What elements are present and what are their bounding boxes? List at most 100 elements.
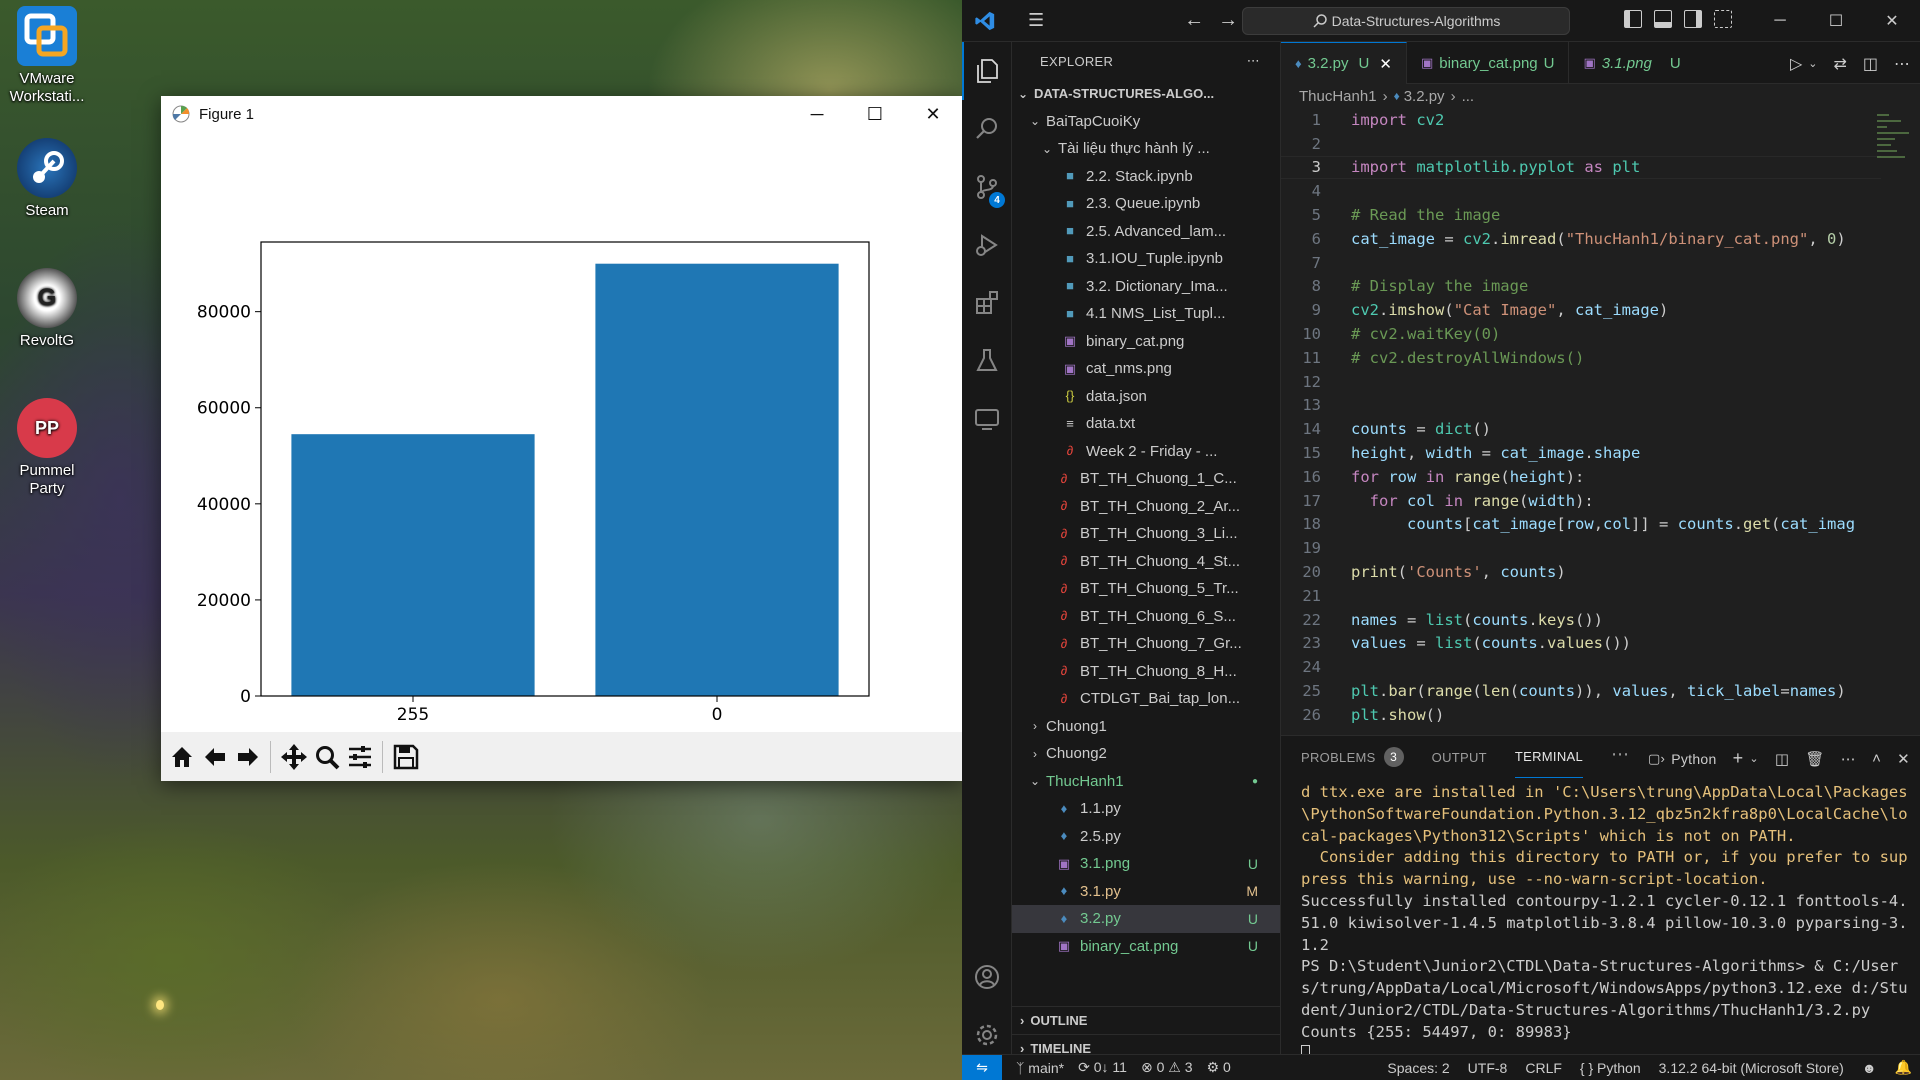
compare-changes-icon[interactable]: ⇄ [1833,54,1846,74]
close-button[interactable]: ✕ [1864,0,1920,42]
code-line[interactable]: 3 import matplotlib.pyplot as plt [1281,155,1881,180]
tree-item[interactable]: ■ 3.1.IOU_Tuple.ipynb [1012,245,1280,273]
trash-icon[interactable]: 🗑 [1805,750,1824,768]
code-line[interactable]: 2 [1281,132,1881,156]
tab-binary-cat-png[interactable]: ▣ binary_cat.png U [1407,42,1570,84]
forward-arrow-icon[interactable]: → [1218,9,1238,32]
remote-indicator-icon[interactable]: ⇋ [962,1054,1002,1080]
problems-status[interactable]: ⊗ 0 ⚠ 3 [1141,1059,1193,1076]
tree-item[interactable]: ∂ Week 2 - Friday - ... [1012,438,1280,466]
code-line[interactable]: 20 print('Counts', counts) [1281,560,1881,584]
code-line[interactable]: 21 [1281,584,1881,608]
tree-item[interactable]: ■ 2.5. Advanced_lam... [1012,218,1280,246]
tree-item[interactable]: ♦ 1.1.py [1012,795,1280,823]
code-line[interactable]: 12 [1281,370,1881,394]
code-line[interactable]: 13 [1281,394,1881,418]
minimap[interactable] [1875,112,1915,172]
tree-item[interactable]: ⌄ BaiTapCuoiKy [1012,108,1280,136]
search-icon[interactable] [962,100,1012,158]
breadcrumb-symbol[interactable]: ... [1462,88,1475,105]
copilot-icon[interactable]: ☻ [1862,1060,1877,1076]
tab-terminal[interactable]: TERMINAL [1514,736,1584,778]
new-terminal-plus-icon[interactable]: + [1733,748,1744,769]
more-actions-icon[interactable]: ⋯ [1247,53,1260,69]
code-line[interactable]: 18 counts[cat_image[row,col]] = counts.g… [1281,513,1881,537]
accounts-icon[interactable] [962,948,1012,1006]
code-line[interactable]: 4 [1281,179,1881,203]
tree-item[interactable]: ∂ BT_TH_Chuong_4_St... [1012,548,1280,576]
tree-item[interactable]: ▣ cat_nms.png [1012,355,1280,383]
code-line[interactable]: 24 [1281,655,1881,679]
more-actions-icon[interactable]: ⋯ [1841,750,1856,768]
tree-item[interactable]: ∂ BT_TH_Chuong_1_C... [1012,465,1280,493]
breadcrumb-file[interactable]: 3.2.py [1404,88,1445,105]
tree-item[interactable]: ▣ binary_cat.png U [1012,933,1280,961]
tree-item[interactable]: ∂ CTDLGT_Bai_tap_lon... [1012,685,1280,713]
desktop-icon-pummel-party[interactable]: PP Pummel Party [0,398,94,498]
code-line[interactable]: 1 import cv2 [1281,108,1881,132]
breadcrumb-folder[interactable]: ThucHanh1 [1299,88,1377,105]
close-panel-icon[interactable]: ✕ [1897,750,1910,768]
close-icon[interactable]: ✕ [1379,55,1392,73]
code-line[interactable]: 23 values = list(counts.values()) [1281,632,1881,656]
maximize-button[interactable]: ☐ [1808,0,1864,42]
tree-item[interactable]: ♦ 3.2.py U [1012,905,1280,933]
tree-item[interactable]: ∂ BT_TH_Chuong_2_Ar... [1012,493,1280,521]
notifications-bell-icon[interactable]: 🔔 [1895,1059,1912,1076]
tree-item[interactable]: ∂ BT_TH_Chuong_5_Tr... [1012,575,1280,603]
code-line[interactable]: 11 # cv2.destroyAllWindows() [1281,346,1881,370]
tree-item[interactable]: ■ 2.2. Stack.ipynb [1012,163,1280,191]
more-actions-icon[interactable]: ⋯ [1894,54,1910,74]
customize-layout-icon[interactable] [1714,10,1732,28]
code-line[interactable]: 15 height, width = cat_image.shape [1281,441,1881,465]
testing-icon[interactable] [962,332,1012,390]
command-center-search[interactable]: Data-Structures-Algorithms [1242,7,1570,35]
split-terminal-icon[interactable]: ◫ [1775,750,1789,768]
toggle-sidebar-icon[interactable] [1624,10,1642,28]
tab-3-1-png[interactable]: ▣ 3.1.png U [1569,42,1694,84]
tree-item[interactable]: ∂ BT_TH_Chuong_6_S... [1012,603,1280,631]
close-button[interactable]: ✕ [904,96,962,132]
code-line[interactable]: 7 [1281,251,1881,275]
tree-item[interactable]: › Chuong1 [1012,713,1280,741]
more-actions-icon[interactable]: ⋯ [1611,744,1629,765]
code-line[interactable]: 16 for row in range(height): [1281,465,1881,489]
menu-icon[interactable]: ☰ [1028,10,1044,31]
tree-item[interactable]: ■ 4.1 NMS_List_Tupl... [1012,300,1280,328]
run-python-icon[interactable]: ▷ [1790,54,1802,74]
tree-item[interactable]: ♦ 3.1.py M [1012,878,1280,906]
back-arrow-icon[interactable]: ← [1184,9,1204,32]
save-icon[interactable] [389,739,422,775]
tree-item[interactable]: ▣ 3.1.png U [1012,850,1280,878]
python-interpreter[interactable]: 3.12.2 64-bit (Microsoft Store) [1659,1060,1844,1076]
code-line[interactable]: 10 # cv2.waitKey(0) [1281,322,1881,346]
tree-item[interactable]: ∂ BT_TH_Chuong_7_Gr... [1012,630,1280,658]
tree-item[interactable]: ▣ binary_cat.png [1012,328,1280,356]
maximize-button[interactable]: ☐ [846,96,904,132]
tree-item[interactable]: › Chuong2 [1012,740,1280,768]
outline-section[interactable]: › OUTLINE [1012,1006,1280,1034]
code-line[interactable]: 9 cv2.imshow("Cat Image", cat_image) [1281,298,1881,322]
split-editor-icon[interactable]: ◫ [1863,54,1878,74]
git-sync[interactable]: ⟳ 0↓ 11 [1078,1059,1127,1076]
home-icon[interactable] [165,739,198,775]
ports-status[interactable]: ⚙ 0 [1207,1059,1231,1076]
timeline-section[interactable]: › TIMELINE [1012,1034,1280,1054]
tree-item[interactable]: ∂ BT_TH_Chuong_3_Li... [1012,520,1280,548]
pan-icon[interactable] [277,739,310,775]
code-line[interactable]: 19 [1281,536,1881,560]
code-line[interactable]: 22 names = list(counts.keys()) [1281,608,1881,632]
figure-titlebar[interactable]: Figure 1 ─ ☐ ✕ [161,96,962,132]
minimize-button[interactable]: ─ [788,96,846,132]
code-line[interactable]: 14 counts = dict() [1281,417,1881,441]
minimize-button[interactable]: ─ [1752,0,1808,42]
desktop-icon-vmware[interactable]: VMware Workstati... [0,6,94,106]
source-control-icon[interactable]: 4 [962,158,1012,216]
remote-explorer-icon[interactable] [962,390,1012,448]
desktop-icon-revoltg[interactable]: G RevoltG [0,268,94,350]
configure-subplots-icon[interactable] [343,739,376,775]
explorer-icon[interactable] [962,42,1012,100]
tree-item[interactable]: ≡ data.txt [1012,410,1280,438]
language-mode[interactable]: { } Python [1580,1060,1641,1076]
tree-item[interactable]: ♦ 2.5.py [1012,823,1280,851]
